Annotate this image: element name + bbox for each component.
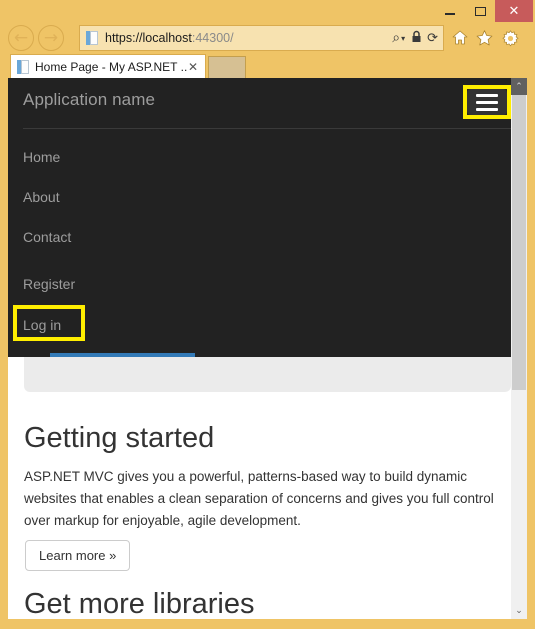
navbar-divider bbox=[23, 128, 512, 129]
login-highlight-box bbox=[13, 305, 85, 341]
tab-close-icon[interactable]: ✕ bbox=[188, 61, 198, 73]
gear-icon[interactable] bbox=[502, 30, 519, 50]
tab-favicon-icon bbox=[17, 60, 29, 74]
back-arrow-icon: ← bbox=[14, 30, 28, 47]
scrollbar-down-arrow[interactable]: ⌄ bbox=[511, 602, 527, 619]
close-button[interactable]: ✕ bbox=[495, 0, 533, 22]
title-bar: ✕ bbox=[0, 0, 535, 22]
page-document-icon bbox=[86, 31, 98, 45]
maximize-button[interactable] bbox=[465, 0, 495, 22]
search-icon[interactable]: ⌕ bbox=[392, 32, 400, 45]
forward-button[interactable]: → bbox=[38, 25, 64, 51]
forward-arrow-icon: → bbox=[44, 30, 58, 47]
tab-strip: Home Page - My ASP.NET ... ✕ bbox=[0, 54, 535, 78]
nav-link-contact[interactable]: Contact bbox=[23, 229, 71, 245]
close-icon: ✕ bbox=[509, 5, 520, 18]
navigation-toolbar: ← → https://localhost:44300/ ⌕ ▾ ⟳ bbox=[0, 22, 535, 54]
back-button[interactable]: ← bbox=[8, 25, 34, 51]
chevron-down-icon[interactable]: ▾ bbox=[401, 32, 405, 45]
navbar-brand[interactable]: Application name bbox=[23, 90, 155, 110]
refresh-icon[interactable]: ⟳ bbox=[427, 32, 438, 45]
browser-tab[interactable]: Home Page - My ASP.NET ... ✕ bbox=[10, 54, 206, 78]
jumbotron-panel bbox=[24, 357, 511, 392]
learn-more-button[interactable]: Learn more » bbox=[25, 540, 130, 571]
page-title: Getting started bbox=[24, 422, 214, 455]
nav-link-about[interactable]: About bbox=[23, 189, 60, 205]
next-section-title: Get more libraries bbox=[24, 588, 254, 619]
hamburger-highlight-box bbox=[463, 85, 511, 119]
url-text: https://localhost:44300/ bbox=[105, 31, 392, 45]
lock-icon[interactable] bbox=[411, 30, 422, 46]
new-tab-button[interactable] bbox=[208, 56, 246, 78]
maximize-icon bbox=[475, 7, 486, 16]
favorites-star-icon[interactable] bbox=[476, 30, 493, 49]
nav-link-home[interactable]: Home bbox=[23, 149, 60, 165]
scrollbar-up-arrow[interactable]: ⌃ bbox=[511, 78, 527, 95]
nav-link-register[interactable]: Register bbox=[23, 276, 75, 292]
scrollbar-thumb[interactable] bbox=[512, 95, 526, 390]
home-icon[interactable] bbox=[452, 30, 468, 48]
minimize-icon bbox=[445, 13, 455, 15]
browser-window: ✕ ← → https://localhost:44300/ ⌕ ▾ ⟳ bbox=[0, 0, 535, 629]
intro-paragraph: ASP.NET MVC gives you a powerful, patter… bbox=[24, 466, 519, 532]
url-secure-part: https://localhost bbox=[105, 31, 192, 45]
site-navbar: Application name Home About Contact Regi… bbox=[8, 78, 527, 357]
tab-title: Home Page - My ASP.NET ... bbox=[35, 60, 188, 74]
vertical-scrollbar[interactable]: ⌃ ⌄ bbox=[511, 78, 527, 619]
page-viewport: Application name Home About Contact Regi… bbox=[8, 78, 527, 619]
minimize-button[interactable] bbox=[435, 0, 465, 22]
url-remainder: :44300/ bbox=[192, 31, 234, 45]
address-bar[interactable]: https://localhost:44300/ ⌕ ▾ ⟳ bbox=[79, 25, 444, 51]
